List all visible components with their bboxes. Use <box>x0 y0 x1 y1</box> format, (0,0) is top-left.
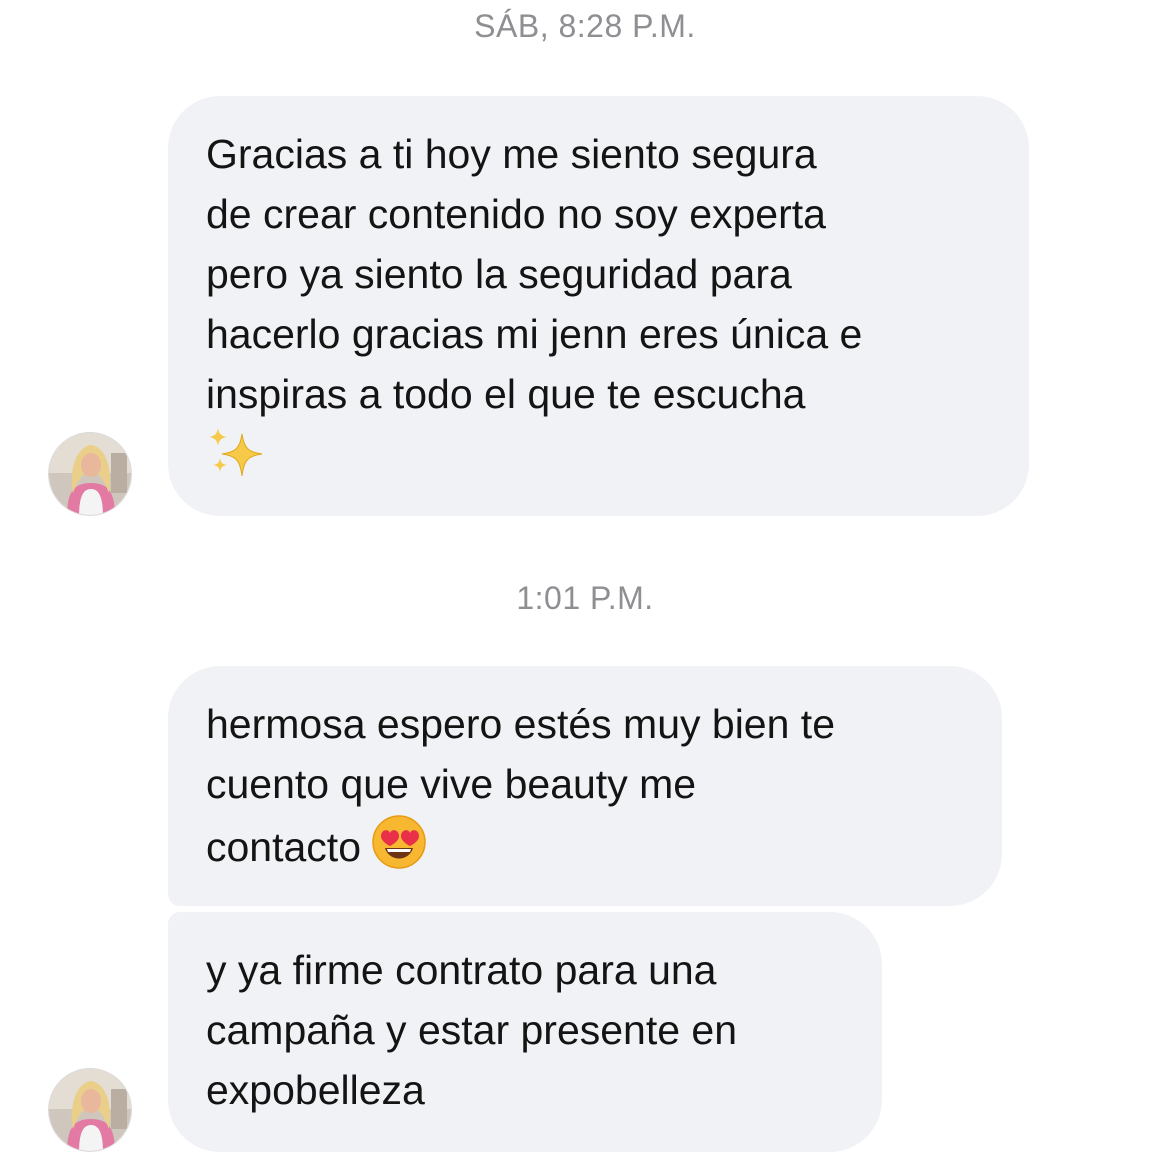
message-line: expobelleza <box>206 1067 425 1113</box>
message-line: cuento que vive beauty me <box>206 761 697 807</box>
message-bubble[interactable]: y ya firme contrato para una campaña y e… <box>168 912 882 1152</box>
avatar[interactable] <box>48 432 132 516</box>
sparkles-emoji <box>206 424 991 484</box>
message-line: pero ya siento la seguridad para <box>206 251 792 297</box>
message-line: inspiras a todo el que te escucha <box>206 371 806 417</box>
heart-eyes-emoji <box>371 814 427 886</box>
timestamp: SÁB, 8:28 P.M. <box>474 8 696 44</box>
message-line: hacerlo gracias mi jenn eres única e <box>206 311 863 357</box>
avatar[interactable] <box>48 1068 132 1152</box>
message-line-with-emoji: contacto <box>206 814 964 886</box>
message-line: de crear contenido no soy experta <box>206 191 826 237</box>
message-line: contacto <box>206 823 361 870</box>
message-line: hermosa espero estés muy bien te <box>206 701 835 747</box>
message-line: y ya firme contrato para una <box>206 947 717 993</box>
message-line: campaña y estar presente en <box>206 1007 738 1053</box>
timestamp: 1:01 P.M. <box>516 580 654 616</box>
message-line: Gracias a ti hoy me siento segura <box>206 131 817 177</box>
message-bubble[interactable]: hermosa espero estés muy bien te cuento … <box>168 666 1002 906</box>
message-bubble[interactable]: Gracias a ti hoy me siento segura de cre… <box>168 96 1029 516</box>
